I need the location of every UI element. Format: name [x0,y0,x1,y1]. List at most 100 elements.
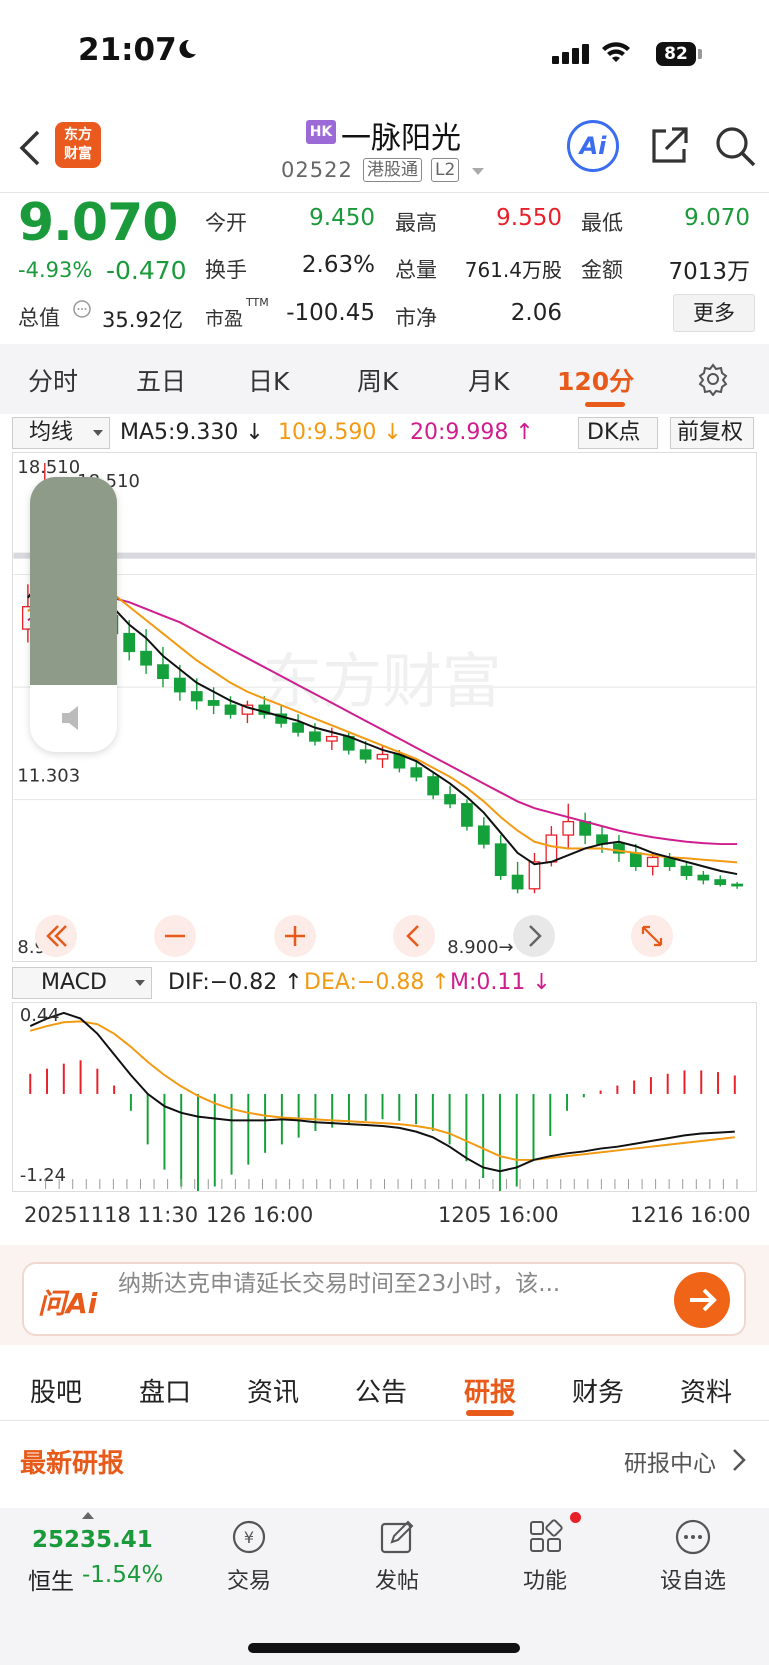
battery-tip [698,49,702,59]
macd-chart[interactable]: 0.44-1.24 [12,1002,757,1192]
back-icon[interactable] [18,128,42,168]
scroll-left-icon[interactable] [392,914,436,958]
candlestick-chart[interactable]: 东方财富18.51018.51011.3038.9008.900→ [12,452,757,962]
period-120min[interactable]: 120分 [557,362,634,398]
nav-post[interactable]: 发帖 [352,1563,442,1595]
current-price: 9.070 [18,193,178,253]
indicator-select[interactable]: 均线 [12,417,110,449]
volume-value: 761.4万股 [464,258,562,282]
logo-text-2: 财富 [64,146,92,162]
index-value[interactable]: 25235.41 [32,1527,153,1553]
scroll-start-icon[interactable] [34,914,78,958]
do-not-disturb-icon [179,39,196,58]
amount-value: 7013万 [668,259,750,285]
research-center-link[interactable]: 研报中心 [624,1444,716,1478]
tabs-divider [0,1420,769,1421]
macd-y-top: 0.44 [20,1005,60,1026]
pe-label: 市盈 [205,308,244,330]
tab-forum[interactable]: 股吧 [30,1372,82,1409]
change-percent: -4.93% [18,258,93,282]
candle-body [511,874,524,890]
mktcap-label: 总值 [18,306,60,330]
search-icon[interactable] [714,125,758,169]
high-label: 最高 [395,211,437,235]
post-edit-icon[interactable] [378,1518,416,1556]
dropdown-arrow-icon [93,430,103,436]
candle-body [325,735,338,742]
dk-point-select[interactable]: DK点 [578,417,658,449]
candle-body [410,767,423,778]
dk-point-label: DK点 [587,420,641,445]
functions-grid-icon[interactable] [527,1518,565,1556]
candle-body [680,865,693,877]
info-icon[interactable] [72,299,92,319]
ask-ai-text[interactable]: 纳斯达克申请延长交易时间至23小时，该... [118,1264,658,1298]
dropdown-arrow-icon [135,980,145,986]
watermark-text: 东方财富 [262,648,501,717]
index-change: -1.54% [82,1562,164,1588]
open-label: 今开 [205,211,247,235]
zoom-out-icon[interactable] [153,914,197,958]
tab-orderbook[interactable]: 盘口 [139,1372,191,1409]
stock-name[interactable]: 一脉阳光 [341,113,461,157]
period-5day[interactable]: 五日 [136,362,186,398]
expand-up-icon[interactable] [82,1512,94,1519]
tab-research[interactable]: 研报 [464,1372,516,1409]
period-active-indicator [585,402,625,407]
notification-dot [570,1512,581,1523]
tab-financials[interactable]: 财务 [572,1372,624,1409]
candle-body [359,749,372,760]
period-monthly[interactable]: 月K [468,362,509,398]
candle-body [190,691,203,702]
candle-body [461,803,473,827]
candle-body [224,704,237,715]
nav-trade[interactable]: 交易 [204,1563,294,1595]
period-daily[interactable]: 日K [248,362,289,398]
min-price-label: 8.900→ [447,937,513,958]
period-intraday[interactable]: 分时 [28,362,78,398]
trade-icon[interactable]: ¥ [229,1518,269,1556]
app-logo: 东方 财富 [55,122,101,168]
macd-select[interactable]: MACD [12,967,152,999]
tab-announcements[interactable]: 公告 [355,1372,407,1409]
fullscreen-icon[interactable] [630,914,674,958]
scroll-right-icon[interactable] [512,914,556,958]
battery-indicator: 82 [656,42,696,66]
candle-body [545,834,558,863]
tab-profile[interactable]: 资料 [680,1372,732,1409]
time-label-3: 1205 16:00 [438,1203,559,1227]
chevron-right-icon[interactable] [732,1448,746,1472]
candle-body [697,874,710,881]
period-weekly[interactable]: 周K [357,362,398,398]
nav-watchlist[interactable]: 设自选 [648,1563,738,1595]
zoom-in-icon[interactable] [273,914,317,958]
indicator-select-label: 均线 [29,420,74,445]
more-button[interactable]: 更多 [673,294,755,332]
volume-level-fill [30,477,117,685]
dif-line [29,1011,735,1173]
market-badge: HK [306,120,336,144]
adjust-select[interactable]: 前复权 [670,417,754,449]
amount-label: 金额 [581,258,623,282]
mktcap-value: 35.92亿 [102,308,184,332]
candle-body [629,852,642,868]
status-time: 21:07 [78,32,177,68]
volume-toast [30,477,117,752]
more-dots-icon[interactable] [674,1518,712,1556]
candle-body [494,843,507,877]
ask-ai-go-button[interactable] [674,1272,730,1328]
tab-news[interactable]: 资讯 [247,1372,299,1409]
ma20-line [27,594,738,846]
change-absolute: -0.470 [106,256,187,285]
settings-gear-icon[interactable] [696,362,730,396]
ma10-line [27,578,738,864]
y-label-mid: 11.303 [17,766,80,787]
svg-text:¥: ¥ [244,1528,254,1547]
nav-functions[interactable]: 功能 [500,1563,590,1595]
chevron-down-icon[interactable] [472,168,484,175]
candle-body [427,776,440,796]
ai-button[interactable]: Ai [567,120,619,172]
share-icon[interactable] [648,125,690,167]
logo-text-1: 东方 [64,127,92,143]
turnover-label: 换手 [205,258,247,282]
